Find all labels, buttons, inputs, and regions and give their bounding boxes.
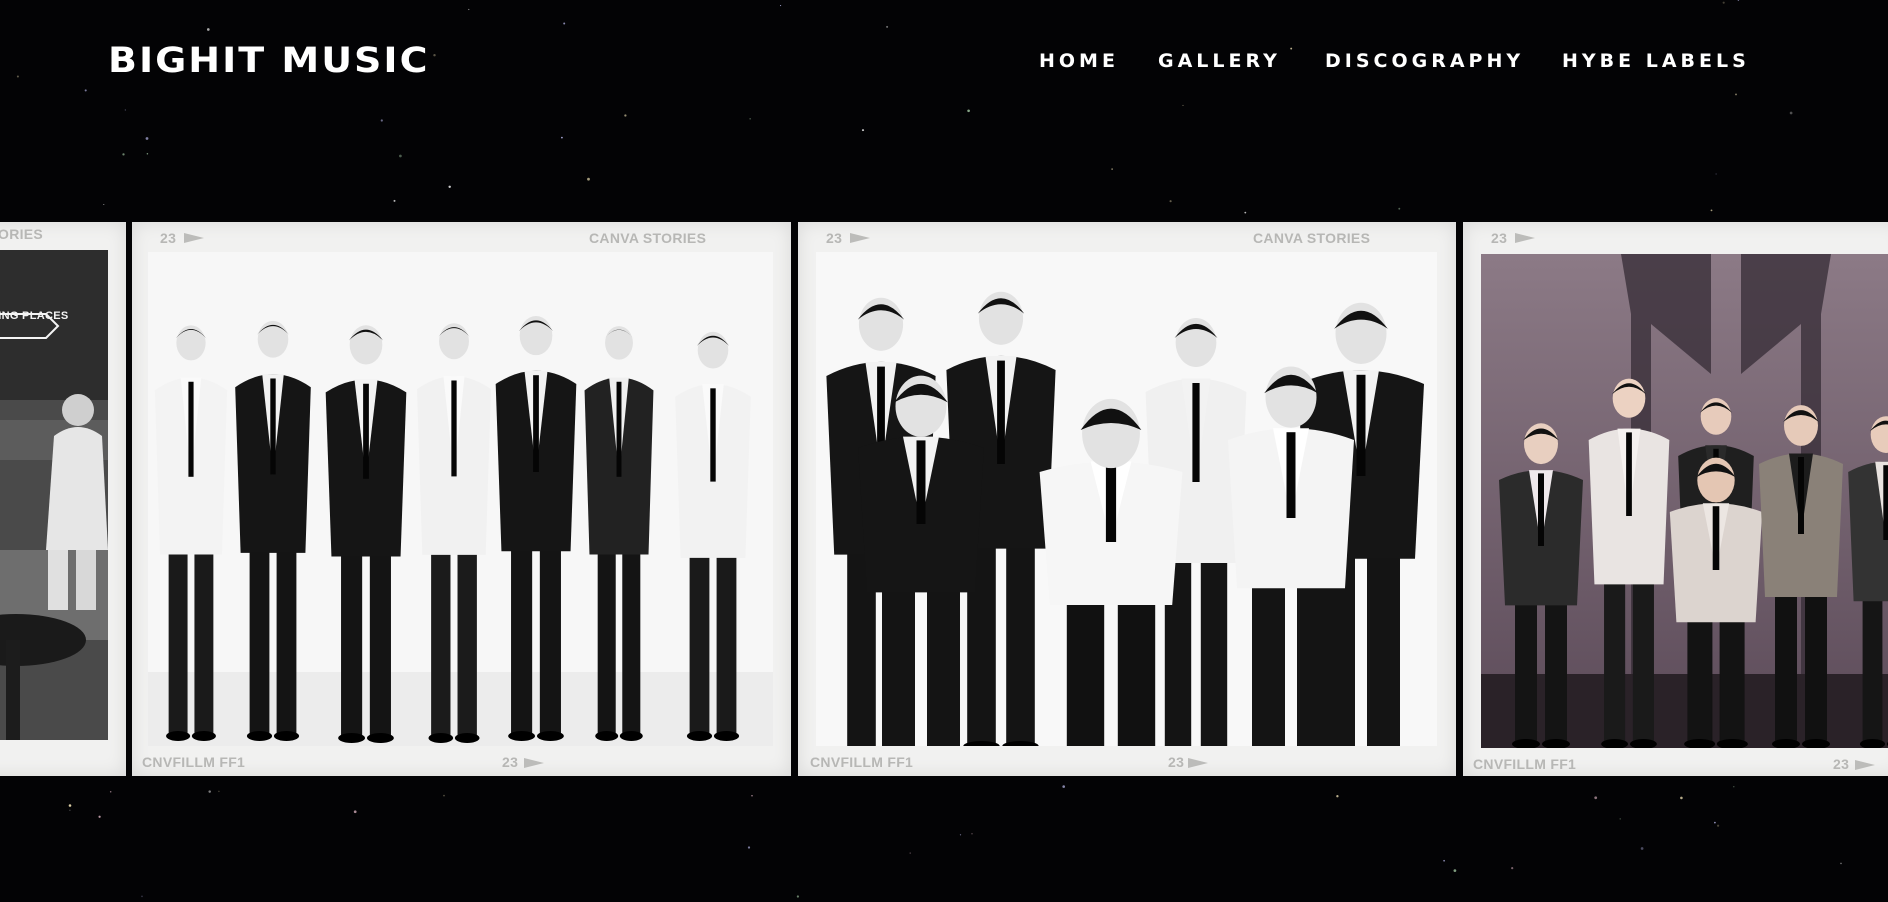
film-label-bottom-left: CNVFILLM FF1 bbox=[1473, 756, 1577, 772]
nav-link-gallery[interactable]: GALLERY bbox=[1158, 46, 1281, 76]
gallery-card[interactable]: 23 CANVA STORIES CNVFILLM FF1 23 bbox=[132, 222, 791, 776]
film-label-bottom-left: CNVFILLM FF1 bbox=[810, 754, 914, 770]
nav-link-home[interactable]: HOME bbox=[1039, 46, 1119, 76]
nav-link-discography[interactable]: DISCOGRAPHY bbox=[1325, 46, 1524, 76]
film-label-bottom-right: 23 bbox=[1168, 754, 1185, 770]
film-label-top-left: 23 bbox=[826, 230, 843, 246]
film-arrow-icon bbox=[850, 233, 870, 243]
gallery-card[interactable]: 23 CNVFILLM FF1 23 bbox=[1463, 222, 1888, 776]
gallery-photo[interactable] bbox=[816, 252, 1437, 746]
film-label-top-left: 23 bbox=[1491, 230, 1508, 246]
gallery-photo[interactable]: DING PLACES bbox=[0, 250, 108, 740]
film-arrow-icon bbox=[524, 758, 544, 768]
photo-stage-color bbox=[1481, 254, 1888, 748]
nav-link-hybe-labels[interactable]: HYBE LABELS bbox=[1562, 46, 1750, 76]
film-label-bottom-right: 23 bbox=[502, 754, 519, 770]
film-label-top-right: ORIES bbox=[0, 226, 44, 242]
gallery-photo[interactable] bbox=[1481, 254, 1888, 748]
film-arrow-icon bbox=[184, 233, 204, 243]
film-label-bottom-right: 23 bbox=[1833, 756, 1850, 772]
photo-group-huddle bbox=[816, 252, 1437, 746]
gallery-photo[interactable] bbox=[148, 252, 773, 746]
neon-sign-text: DING PLACES bbox=[0, 310, 69, 322]
film-label-top-right: CANVA STORIES bbox=[1253, 230, 1371, 246]
photo-lounge bbox=[0, 250, 108, 740]
photo-line-up bbox=[148, 252, 773, 746]
gallery-card[interactable]: 23 CANVA STORIES CNVFILLM FF1 23 bbox=[798, 222, 1456, 776]
main-nav: HOME GALLERY DISCOGRAPHY HYBE LABELS bbox=[0, 46, 1888, 80]
gallery-card[interactable]: ORIES DING PLACES bbox=[0, 222, 126, 776]
film-label-top-right: CANVA STORIES bbox=[589, 230, 707, 246]
film-arrow-icon bbox=[1855, 760, 1875, 770]
film-arrow-icon bbox=[1515, 233, 1535, 243]
film-label-bottom-left: CNVFILLM FF1 bbox=[142, 754, 246, 770]
page: BIGHIT MUSIC HOME GALLERY DISCOGRAPHY HY… bbox=[0, 0, 1888, 902]
film-arrow-icon bbox=[1188, 758, 1208, 768]
film-label-top-left: 23 bbox=[160, 230, 177, 246]
